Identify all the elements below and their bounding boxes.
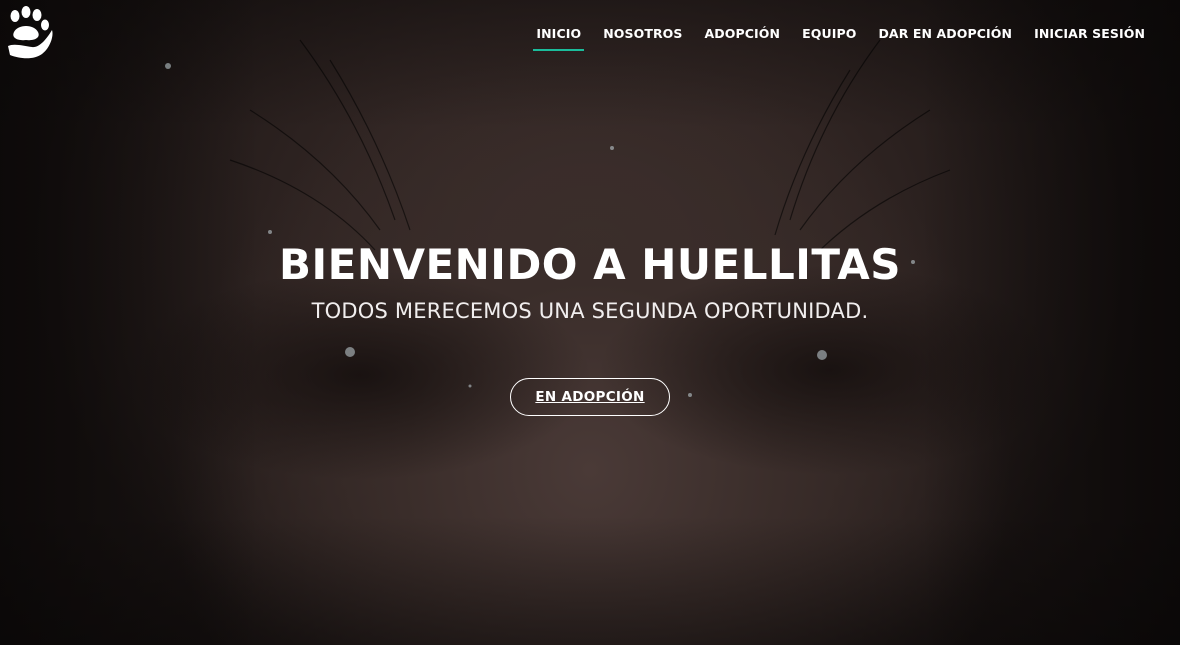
nav-item-dar-en-adopcion[interactable]: DAR EN ADOPCIÓN <box>867 22 1023 51</box>
nav-item-nosotros[interactable]: NOSOTROS <box>592 22 693 51</box>
hero-section: INICIO NOSOTROS ADOPCIÓN EQUIPO DAR EN A… <box>0 0 1180 645</box>
nav-item-equipo[interactable]: EQUIPO <box>791 22 867 51</box>
hero-title: BIENVENIDO A HUELLITAS <box>278 240 901 289</box>
nav-item-iniciar-sesion[interactable]: INICIAR SESIÓN <box>1023 22 1156 51</box>
en-adopcion-button[interactable]: EN ADOPCIÓN <box>510 378 670 416</box>
nav-item-adopcion[interactable]: ADOPCIÓN <box>694 22 792 51</box>
nav-item-inicio[interactable]: INICIO <box>525 22 592 51</box>
hero-subtitle: TODOS MERECEMOS UNA SEGUNDA OPORTUNIDAD. <box>311 299 869 323</box>
hero-content: BIENVENIDO A HUELLITAS TODOS MERECEMOS U… <box>0 238 1180 416</box>
main-navigation: INICIO NOSOTROS ADOPCIÓN EQUIPO DAR EN A… <box>525 22 1156 51</box>
paw-hand-icon[interactable] <box>6 6 54 62</box>
